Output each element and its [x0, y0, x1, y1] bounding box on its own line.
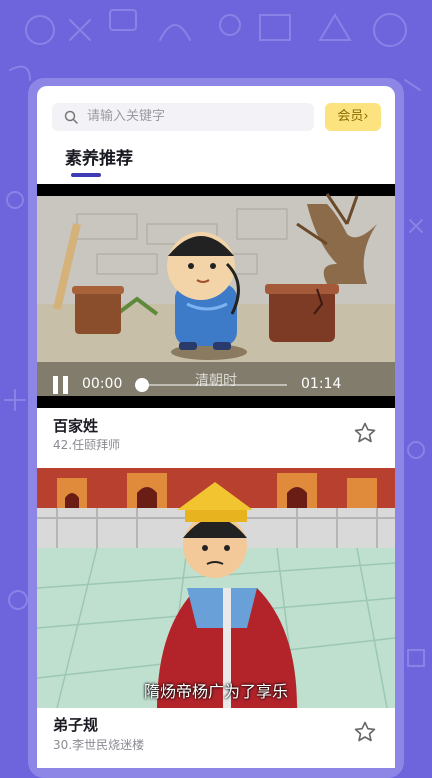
video-episode-2: 30.李世民烧迷楼	[53, 738, 145, 752]
search-icon	[64, 110, 78, 124]
vip-label: 会员	[337, 109, 364, 124]
duration: 01:14	[301, 376, 342, 392]
star-outline-icon[interactable]	[353, 720, 377, 744]
video-title[interactable]: 百家姓	[53, 415, 98, 436]
chevron-right-icon: ›	[363, 109, 369, 124]
search-placeholder: 请输入关键字	[87, 109, 166, 124]
search-bar[interactable]: 请输入关键字	[52, 103, 314, 131]
video-title-2[interactable]: 弟子规	[53, 714, 98, 735]
video-thumbnail-2[interactable]: 隋炀帝杨广为了享乐	[37, 468, 395, 708]
content-panel: 请输入关键字 会员› 素养推荐 00:00 清朝时 01:14 百家姓 42.任…	[37, 86, 395, 768]
palace-scene-image	[37, 468, 395, 708]
vip-button[interactable]: 会员›	[325, 103, 381, 131]
star-outline-icon[interactable]	[353, 421, 377, 445]
tab-recommend[interactable]: 素养推荐	[65, 144, 133, 169]
player-controls: 00:00 清朝时 01:14	[37, 362, 395, 408]
tab-indicator	[71, 173, 101, 177]
video-subtitle-2: 隋炀帝杨广为了享乐	[143, 682, 288, 701]
video-player-1[interactable]: 00:00 清朝时 01:14	[37, 184, 395, 408]
video-episode: 42.任颐拜师	[53, 438, 121, 452]
